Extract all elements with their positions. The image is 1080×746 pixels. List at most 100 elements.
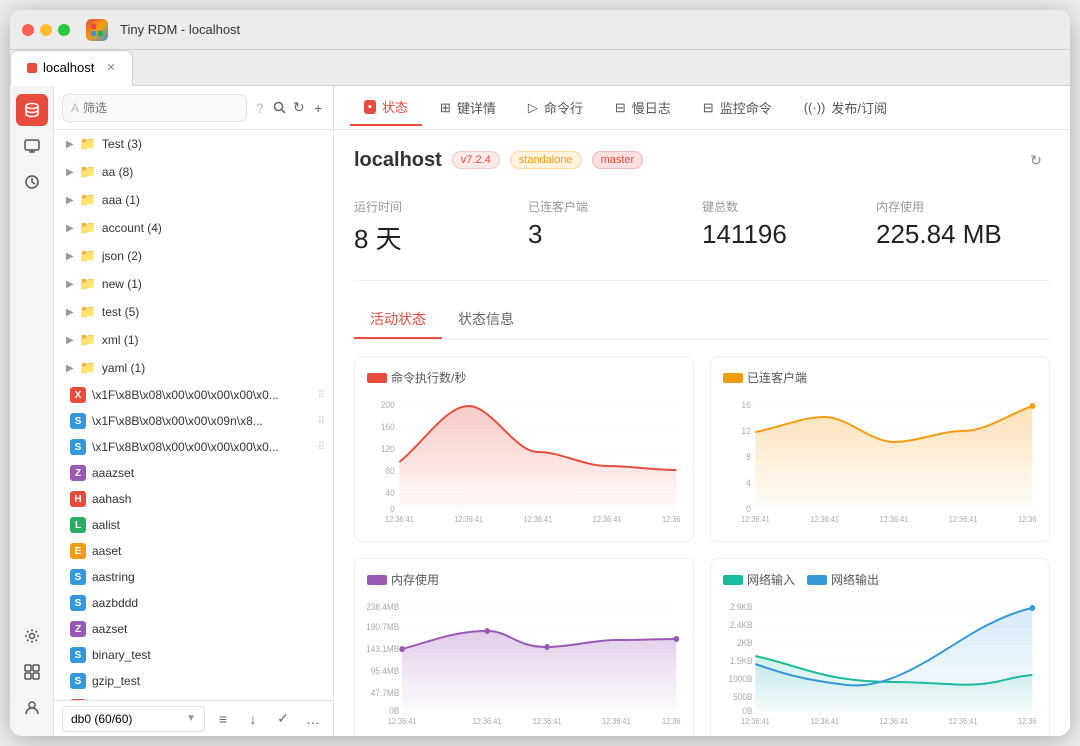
- tab-command[interactable]: ▷ 命令行: [514, 90, 597, 126]
- folder-icon: 📁: [80, 360, 96, 376]
- folder-item[interactable]: ▶ 📁 json (2): [54, 242, 333, 270]
- chart-cmd-header: 命令执行数/秒: [367, 369, 681, 386]
- sidebar-icon-history[interactable]: [16, 166, 48, 198]
- chart-connections: 已连客户端 16 12 8: [710, 356, 1050, 542]
- svg-text:12:36:41: 12:36:41: [662, 515, 681, 524]
- folder-item[interactable]: ▶ 📁 Test (3): [54, 130, 333, 158]
- keyinfo-tab-icon: ⊞: [440, 100, 451, 116]
- key-item[interactable]: S aastring: [54, 564, 333, 590]
- activity-tab-active[interactable]: 活动状态: [354, 301, 442, 339]
- search-button[interactable]: [273, 96, 287, 120]
- key-item[interactable]: E aaset: [54, 538, 333, 564]
- refresh-button[interactable]: ↻: [292, 96, 306, 120]
- key-item[interactable]: S \x1F\x8B\x08\x00\x00\x09n\x8... ⠿: [54, 408, 333, 434]
- more-button[interactable]: …: [301, 707, 325, 731]
- db-selector[interactable]: db0 (60/60) ▼: [62, 706, 205, 732]
- folder-item[interactable]: ▶ 📁 aaa (1): [54, 186, 333, 214]
- tab-close-icon[interactable]: ✕: [106, 61, 115, 74]
- key-type-badge: S: [70, 413, 86, 429]
- stat-clients: 已连客户端 3: [528, 190, 702, 264]
- folder-item[interactable]: ▶ 📁 yaml (1): [54, 354, 333, 382]
- key-type-badge: S: [70, 647, 86, 663]
- tab-keyinfo-label: 键详情: [457, 98, 496, 117]
- maximize-button[interactable]: [58, 24, 70, 36]
- tab-slowlog[interactable]: ⊟ 慢日志: [601, 90, 685, 126]
- activity-tab-info[interactable]: 状态信息: [442, 301, 530, 339]
- add-key-button[interactable]: +: [312, 96, 326, 120]
- svg-text:143.1MB: 143.1MB: [367, 644, 400, 654]
- key-item[interactable]: S \x1F\x8B\x08\x00\x00\x00\x00\x0... ⠿: [54, 434, 333, 460]
- filter-help-button[interactable]: ?: [253, 96, 267, 120]
- list-view-button[interactable]: ≡: [211, 707, 235, 731]
- sidebar-icon-grid[interactable]: [16, 656, 48, 688]
- key-type-badge: Z: [70, 465, 86, 481]
- sidebar-icon-monitor[interactable]: [16, 130, 48, 162]
- sidebar-icon-user[interactable]: [16, 692, 48, 724]
- svg-text:95.4MB: 95.4MB: [371, 666, 400, 676]
- filter-input[interactable]: [83, 101, 238, 115]
- key-grid-icon: ⠿: [318, 416, 325, 427]
- key-type-badge: H: [70, 491, 86, 507]
- folder-item[interactable]: ▶ 📁 xml (1): [54, 326, 333, 354]
- export-button[interactable]: ↓: [241, 707, 265, 731]
- folder-item-account[interactable]: ▶ 📁 account (4): [54, 214, 333, 242]
- sidebar-icon-panel: [10, 86, 54, 736]
- tab-monitor[interactable]: ⊟ 监控命令: [689, 90, 786, 126]
- pubsub-tab-icon: ((·)): [804, 100, 826, 115]
- sidebar-icon-database[interactable]: [16, 94, 48, 126]
- folder-name: Test (3): [102, 137, 325, 151]
- stat-clients-value: 3: [528, 219, 686, 250]
- key-item[interactable]: Z aazset: [54, 616, 333, 642]
- key-item[interactable]: S aazbddd: [54, 590, 333, 616]
- main-layout: A ? ↻ + ▶ 📁 Test (3): [10, 86, 1070, 736]
- refresh-stats-button[interactable]: ↻: [1022, 146, 1050, 174]
- key-type-badge: E: [70, 543, 86, 559]
- legend-netin-label: 网络输入: [747, 571, 795, 588]
- chart-mem-legend: 内存使用: [367, 571, 439, 588]
- tab-localhost[interactable]: localhost ✕: [10, 50, 133, 86]
- tab-status[interactable]: ▪ 状态: [350, 90, 422, 126]
- chevron-icon: ▶: [66, 223, 74, 234]
- svg-text:12:36:41: 12:36:41: [949, 515, 978, 524]
- chart-cmd-rate: 命令执行数/秒 200 16: [354, 356, 694, 542]
- tab-keyinfo[interactable]: ⊞ 键详情: [426, 90, 510, 126]
- folder-item[interactable]: ▶ 📁 aa (8): [54, 158, 333, 186]
- svg-text:80: 80: [385, 466, 394, 476]
- key-item[interactable]: Z aaazset: [54, 460, 333, 486]
- svg-text:12:36:41: 12:36:41: [454, 515, 483, 524]
- tab-pubsub[interactable]: ((·)) 发布/订阅: [790, 90, 901, 126]
- chart-conn-svg: 16 12 8 4 0: [723, 394, 1037, 524]
- svg-text:160: 160: [381, 422, 395, 432]
- key-name: aaazset: [92, 466, 325, 480]
- standalone-badge: standalone: [510, 151, 582, 169]
- tab-monitor-label: 监控命令: [720, 98, 772, 117]
- close-button[interactable]: [22, 24, 34, 36]
- stat-uptime-value: 8 天: [354, 219, 512, 256]
- svg-text:120: 120: [381, 444, 395, 454]
- command-tab-icon: ▷: [528, 100, 538, 116]
- folder-icon: 📁: [80, 332, 96, 348]
- master-badge: master: [592, 151, 644, 169]
- key-item[interactable]: H aahash: [54, 486, 333, 512]
- svg-text:12:36:41: 12:36:41: [879, 717, 908, 726]
- tab-label: localhost: [43, 60, 94, 75]
- minimize-button[interactable]: [40, 24, 52, 36]
- traffic-lights: [22, 24, 70, 36]
- key-type-badge: S: [70, 439, 86, 455]
- sidebar-icon-settings[interactable]: [16, 620, 48, 652]
- charts-grid: 命令执行数/秒 200 16: [354, 356, 1050, 736]
- folder-item[interactable]: ▶ 📁 new (1): [54, 270, 333, 298]
- tab-status-label: 状态: [382, 97, 408, 116]
- svg-text:1000B: 1000B: [729, 674, 753, 684]
- check-button[interactable]: ✓: [271, 707, 295, 731]
- chart-conn-header: 已连客户端: [723, 369, 1037, 386]
- folder-item[interactable]: ▶ 📁 test (5): [54, 298, 333, 326]
- chart-mem-svg: 238.4MB 190.7MB 143.1MB 95.4MB 47.7MB 0B: [367, 596, 681, 726]
- chevron-icon: ▶: [66, 251, 74, 262]
- filter-input-wrapper[interactable]: A: [62, 94, 247, 122]
- folder-icon: 📁: [80, 164, 96, 180]
- key-item[interactable]: S binary_test: [54, 642, 333, 668]
- key-item[interactable]: X \x1F\x8B\x08\x00\x00\x00\x00\x0... ⠿: [54, 382, 333, 408]
- key-item[interactable]: L aalist: [54, 512, 333, 538]
- key-item[interactable]: S gzip_test: [54, 668, 333, 694]
